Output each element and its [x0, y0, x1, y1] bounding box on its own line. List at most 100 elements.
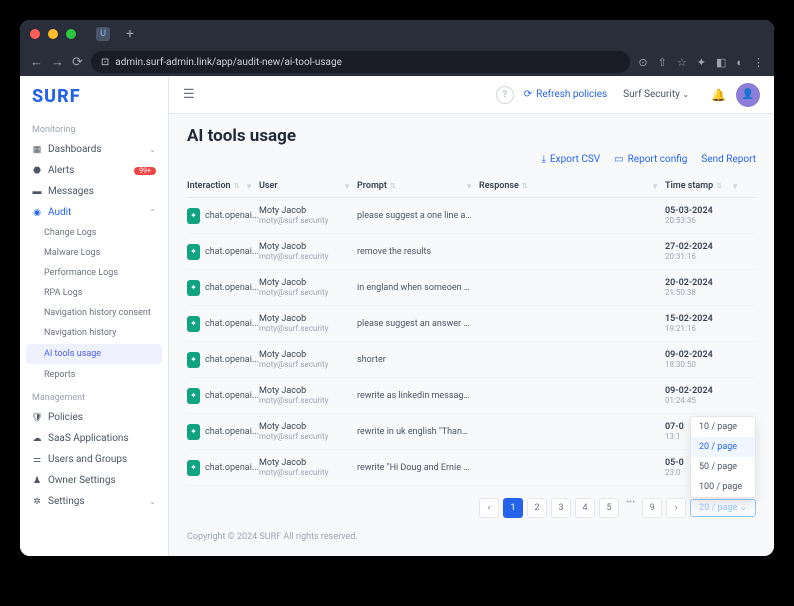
page-size-dropdown: 10 / page20 / page50 / page100 / page	[690, 416, 756, 498]
table-row[interactable]: ✦chat.openai...Moty Jacobmoty@surf.secur…	[187, 414, 756, 450]
chevron-down-icon: ⌄	[149, 497, 156, 506]
table-row[interactable]: ✦chat.openai...Moty Jacobmoty@surf.secur…	[187, 378, 756, 414]
page-prev[interactable]: ‹	[479, 498, 499, 518]
nav-settings[interactable]: ✲Settings⌄	[20, 491, 168, 512]
refresh-policies[interactable]: ⟳Refresh policies	[524, 89, 607, 100]
nav-alerts[interactable]: ⬣Alerts99+	[20, 160, 168, 181]
page-9[interactable]: 9	[642, 498, 662, 518]
reload-button[interactable]: ⟳	[72, 55, 83, 70]
timestamp-time: 01:24:45	[665, 396, 745, 405]
table-row[interactable]: ✦chat.openai...Moty Jacobmoty@surf.secur…	[187, 270, 756, 306]
prompt-text: rewrite as linkedin message "prev...	[357, 391, 472, 401]
nav-messages[interactable]: ▬Messages	[20, 181, 168, 202]
nav-audit-malware-logs[interactable]: Malware Logs	[20, 243, 168, 263]
report-config[interactable]: ▭Report config	[614, 154, 687, 165]
nav-policies[interactable]: 🛡Policies	[20, 407, 168, 428]
user-email: moty@surf.security	[259, 432, 357, 441]
user-email: moty@surf.security	[259, 216, 357, 225]
audit-icon: ◉	[32, 208, 42, 218]
table-row[interactable]: ✦chat.openai...Moty Jacobmoty@surf.secur…	[187, 306, 756, 342]
logo: SURF	[20, 86, 168, 117]
filter-icon[interactable]: ▼	[651, 182, 659, 191]
forward-button[interactable]: →	[51, 54, 64, 70]
timestamp-date: 05-03-2024	[665, 206, 745, 216]
url-input[interactable]: ⊡ admin.surf-admin.link/app/audit-new/ai…	[91, 51, 631, 73]
th-timestamp[interactable]: Time stamp	[665, 181, 713, 191]
nav-audit-navigation-history-consent[interactable]: Navigation history consent	[20, 303, 168, 323]
page-5[interactable]: 5	[599, 498, 619, 518]
filter-icon[interactable]: ▼	[245, 182, 253, 191]
nav-audit[interactable]: ◉Audit⌃	[20, 202, 168, 223]
bookmark-icon[interactable]: ☆	[677, 56, 687, 69]
filter-icon[interactable]: ▼	[343, 182, 351, 191]
page-title: AI tools usage	[187, 126, 756, 146]
page-size-select[interactable]: 20 / page ⌄	[690, 499, 756, 517]
nav-saas[interactable]: ☁SaaS Applications	[20, 428, 168, 449]
send-report[interactable]: Send Report	[701, 154, 756, 165]
user-name: Moty Jacob	[259, 458, 357, 468]
new-tab[interactable]: +	[126, 26, 134, 42]
th-interaction[interactable]: Interaction	[187, 181, 231, 191]
page-next[interactable]: ›	[666, 498, 686, 518]
download-icon: ⤓	[542, 154, 546, 165]
page-1[interactable]: 1	[503, 498, 523, 518]
page-ellipsis: •••	[623, 498, 638, 518]
table-row[interactable]: ✦chat.openai...Moty Jacobmoty@surf.secur…	[187, 198, 756, 234]
export-csv[interactable]: ⤓Export CSV	[542, 154, 601, 165]
nav-users[interactable]: ⚌Users and Groups	[20, 449, 168, 470]
share-icon[interactable]: ⇧	[658, 56, 667, 69]
page-size-option[interactable]: 20 / page	[691, 437, 755, 457]
search-icon[interactable]: ⊙	[638, 56, 647, 69]
window-min[interactable]	[48, 29, 58, 39]
nav-audit-reports[interactable]: Reports	[20, 365, 168, 385]
page-4[interactable]: 4	[575, 498, 595, 518]
profile-icon[interactable]: ◐	[736, 56, 743, 69]
back-button[interactable]: ←	[30, 54, 43, 70]
openai-icon: ✦	[187, 316, 200, 332]
sidebar: SURF Monitoring ▦Dashboards⌄ ⬣Alerts99+ …	[20, 76, 169, 556]
th-response[interactable]: Response	[479, 181, 519, 191]
extensions-icon[interactable]: ✦	[697, 56, 706, 69]
hamburger-icon[interactable]: ☰	[183, 87, 195, 102]
table: Interaction ⇅▼ User▼ Prompt ⇅▼ Response …	[187, 175, 756, 486]
page-2[interactable]: 2	[527, 498, 547, 518]
window-max[interactable]	[66, 29, 76, 39]
nav-audit-change-logs[interactable]: Change Logs	[20, 223, 168, 243]
window-close[interactable]	[30, 29, 40, 39]
table-row[interactable]: ✦chat.openai...Moty Jacobmoty@surf.secur…	[187, 234, 756, 270]
nav-audit-ai-tools-usage[interactable]: AI tools usage	[26, 344, 162, 364]
nav-audit-rpa-logs[interactable]: RPA Logs	[20, 283, 168, 303]
page-3[interactable]: 3	[551, 498, 571, 518]
org-selector[interactable]: Surf Security ⌄	[617, 87, 701, 102]
user-email: moty@surf.security	[259, 396, 357, 405]
table-row[interactable]: ✦chat.openai...Moty Jacobmoty@surf.secur…	[187, 342, 756, 378]
th-user[interactable]: User	[259, 181, 278, 191]
help-icon[interactable]: ?	[496, 86, 514, 104]
tab-icon[interactable]: U	[96, 27, 110, 41]
filter-icon[interactable]: ▼	[731, 182, 739, 191]
pagination: ‹ 12345 ••• 9 › 20 / page ⌄	[187, 498, 756, 518]
filter-icon[interactable]: ▼	[465, 182, 473, 191]
nav-dashboards[interactable]: ▦Dashboards⌄	[20, 139, 168, 160]
th-prompt[interactable]: Prompt	[357, 181, 387, 191]
timestamp-date: 09-02-2024	[665, 350, 745, 360]
nav-audit-navigation-history[interactable]: Navigation history	[20, 323, 168, 343]
window-icon[interactable]: ◧	[716, 56, 726, 69]
page-size-option[interactable]: 100 / page	[691, 477, 755, 497]
interaction-text: chat.openai...	[205, 319, 259, 329]
shield-icon: 🛡	[32, 413, 42, 423]
table-row[interactable]: ✦chat.openai...Moty Jacobmoty@surf.secur…	[187, 450, 756, 486]
page-size-option[interactable]: 50 / page	[691, 457, 755, 477]
section-monitoring: Monitoring	[20, 117, 168, 139]
nav-owner[interactable]: ♟Owner Settings	[20, 470, 168, 491]
avatar[interactable]: 👤	[736, 83, 760, 107]
bell-icon[interactable]: 🔔	[711, 88, 726, 102]
dashboard-icon: ▦	[32, 145, 42, 155]
page-size-option[interactable]: 10 / page	[691, 417, 755, 437]
refresh-icon: ⟳	[524, 89, 532, 100]
nav-audit-performance-logs[interactable]: Performance Logs	[20, 263, 168, 283]
menu-icon[interactable]: ⋮	[753, 56, 764, 69]
user-name: Moty Jacob	[259, 422, 357, 432]
config-icon: ▭	[614, 154, 623, 165]
message-icon: ▬	[32, 187, 42, 197]
